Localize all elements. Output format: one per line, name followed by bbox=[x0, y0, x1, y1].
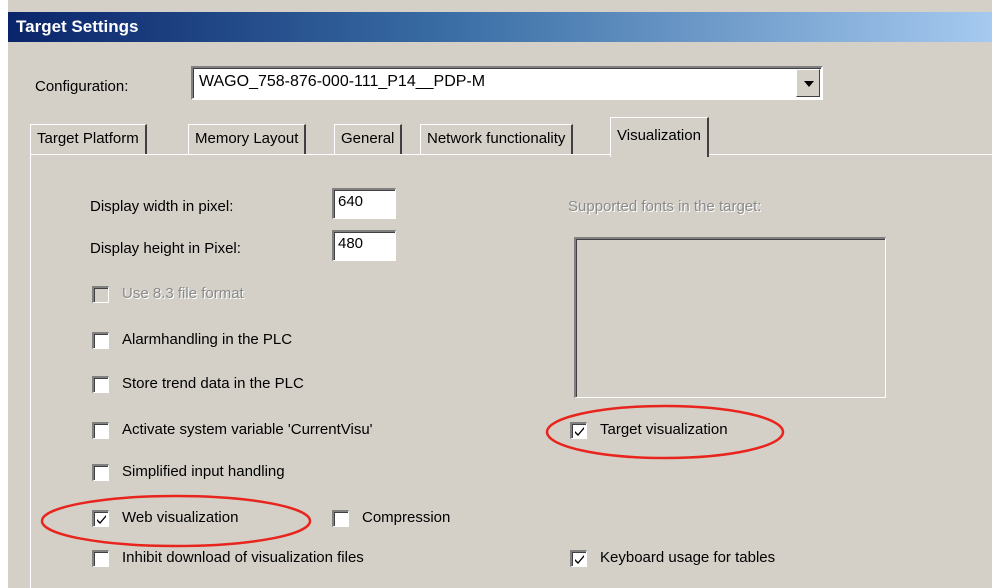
use-83-label: Use 8.3 file format bbox=[122, 285, 244, 302]
web-visualization-checkbox[interactable] bbox=[92, 510, 109, 527]
tab-network-functionality[interactable]: Network functionality bbox=[420, 124, 574, 154]
title-bar: Target Settings bbox=[8, 12, 992, 42]
alarmhandling-checkbox[interactable] bbox=[92, 332, 109, 349]
store-trend-checkbox[interactable] bbox=[92, 376, 109, 393]
tab-memory-layout[interactable]: Memory Layout bbox=[188, 124, 307, 154]
simplified-input-checkbox[interactable] bbox=[92, 464, 109, 481]
target-visualization-checkbox[interactable] bbox=[570, 422, 587, 439]
tab-target-platform[interactable]: Target Platform bbox=[30, 124, 147, 154]
display-width-label: Display width in pixel: bbox=[90, 198, 234, 215]
configuration-dropdown[interactable]: WAGO_758-876-000-111_P14__PDP-M bbox=[191, 66, 823, 100]
target-settings-window: Target Settings Configuration: WAGO_758-… bbox=[6, 0, 992, 588]
target-visualization-label: Target visualization bbox=[600, 421, 728, 438]
keyboard-tables-checkbox[interactable] bbox=[570, 550, 587, 567]
checkmark-icon bbox=[575, 555, 584, 564]
display-height-input[interactable]: 480 bbox=[332, 230, 396, 261]
use-83-checkbox bbox=[92, 286, 109, 303]
configuration-value: WAGO_758-876-000-111_P14__PDP-M bbox=[199, 73, 486, 90]
supported-fonts-label: Supported fonts in the target: bbox=[568, 198, 762, 215]
tab-visualization[interactable]: Visualization bbox=[610, 117, 709, 157]
compression-checkbox[interactable] bbox=[332, 510, 349, 527]
configuration-label: Configuration: bbox=[35, 78, 129, 95]
inhibit-download-label: Inhibit download of visualization files bbox=[122, 549, 364, 566]
checkmark-icon bbox=[97, 515, 106, 524]
checkmark-icon bbox=[575, 427, 584, 436]
window-title: Target Settings bbox=[16, 17, 139, 36]
store-trend-label: Store trend data in the PLC bbox=[122, 375, 304, 392]
inhibit-download-checkbox[interactable] bbox=[92, 550, 109, 567]
activate-currentvisu-checkbox[interactable] bbox=[92, 422, 109, 439]
alarmhandling-label: Alarmhandling in the PLC bbox=[122, 331, 293, 348]
compression-label: Compression bbox=[362, 509, 451, 526]
keyboard-tables-label: Keyboard usage for tables bbox=[600, 549, 776, 566]
simplified-input-label: Simplified input handling bbox=[122, 463, 285, 480]
chevron-down-icon bbox=[804, 81, 814, 87]
display-height-label: Display height in Pixel: bbox=[90, 240, 241, 257]
tab-general[interactable]: General bbox=[334, 124, 403, 154]
dropdown-button[interactable] bbox=[796, 69, 820, 97]
display-width-input[interactable]: 640 bbox=[332, 188, 396, 219]
supported-fonts-listbox[interactable] bbox=[574, 237, 886, 398]
web-visualization-label: Web visualization bbox=[122, 509, 239, 526]
activate-currentvisu-label: Activate system variable 'CurrentVisu' bbox=[122, 421, 373, 438]
